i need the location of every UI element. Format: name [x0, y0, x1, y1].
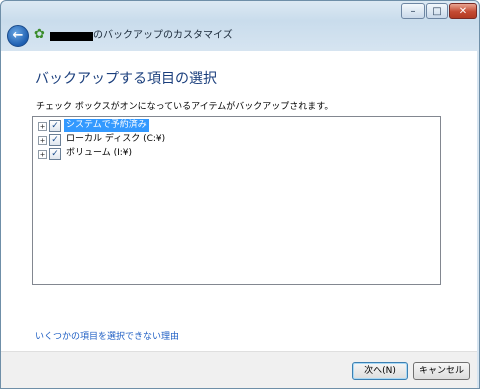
- why-items-unavailable-link[interactable]: いくつかの項目を選択できない理由: [35, 331, 179, 343]
- backup-items-tree[interactable]: + ✓ システムで予約済み + ✓ ローカル ディスク (C:¥) + ✓ ボリ…: [32, 116, 441, 285]
- tree-item-label[interactable]: ボリューム (I:¥): [64, 147, 134, 160]
- checkbox-checked-icon[interactable]: ✓: [49, 148, 61, 160]
- checkbox-checked-icon[interactable]: ✓: [49, 120, 61, 132]
- expand-plus-icon[interactable]: +: [38, 136, 47, 145]
- next-button[interactable]: 次へ(N): [352, 362, 408, 380]
- instruction-text: チェック ボックスがオンになっているアイテムがバックアップされます。: [36, 102, 334, 112]
- checkbox-checked-icon[interactable]: ✓: [49, 134, 61, 146]
- page-title: バックアップする項目の選択: [35, 71, 217, 87]
- expand-plus-icon[interactable]: +: [38, 122, 47, 131]
- backup-app-icon: ✿: [34, 27, 45, 42]
- back-arrow-icon[interactable]: ←: [7, 25, 29, 47]
- title-bar[interactable]: – □ ✕: [1, 1, 479, 23]
- expand-plus-icon[interactable]: +: [38, 150, 47, 159]
- cancel-button[interactable]: キャンセル: [413, 362, 470, 380]
- maximize-button[interactable]: □: [426, 3, 448, 19]
- tree-item-label[interactable]: ローカル ディスク (C:¥): [64, 133, 167, 146]
- window-title: のバックアップのカスタマイズ: [93, 30, 233, 41]
- redacted-title-text: [50, 32, 93, 41]
- minimize-button[interactable]: –: [401, 3, 425, 19]
- tree-item-label[interactable]: システムで予約済み: [64, 119, 149, 132]
- close-button[interactable]: ✕: [449, 3, 477, 19]
